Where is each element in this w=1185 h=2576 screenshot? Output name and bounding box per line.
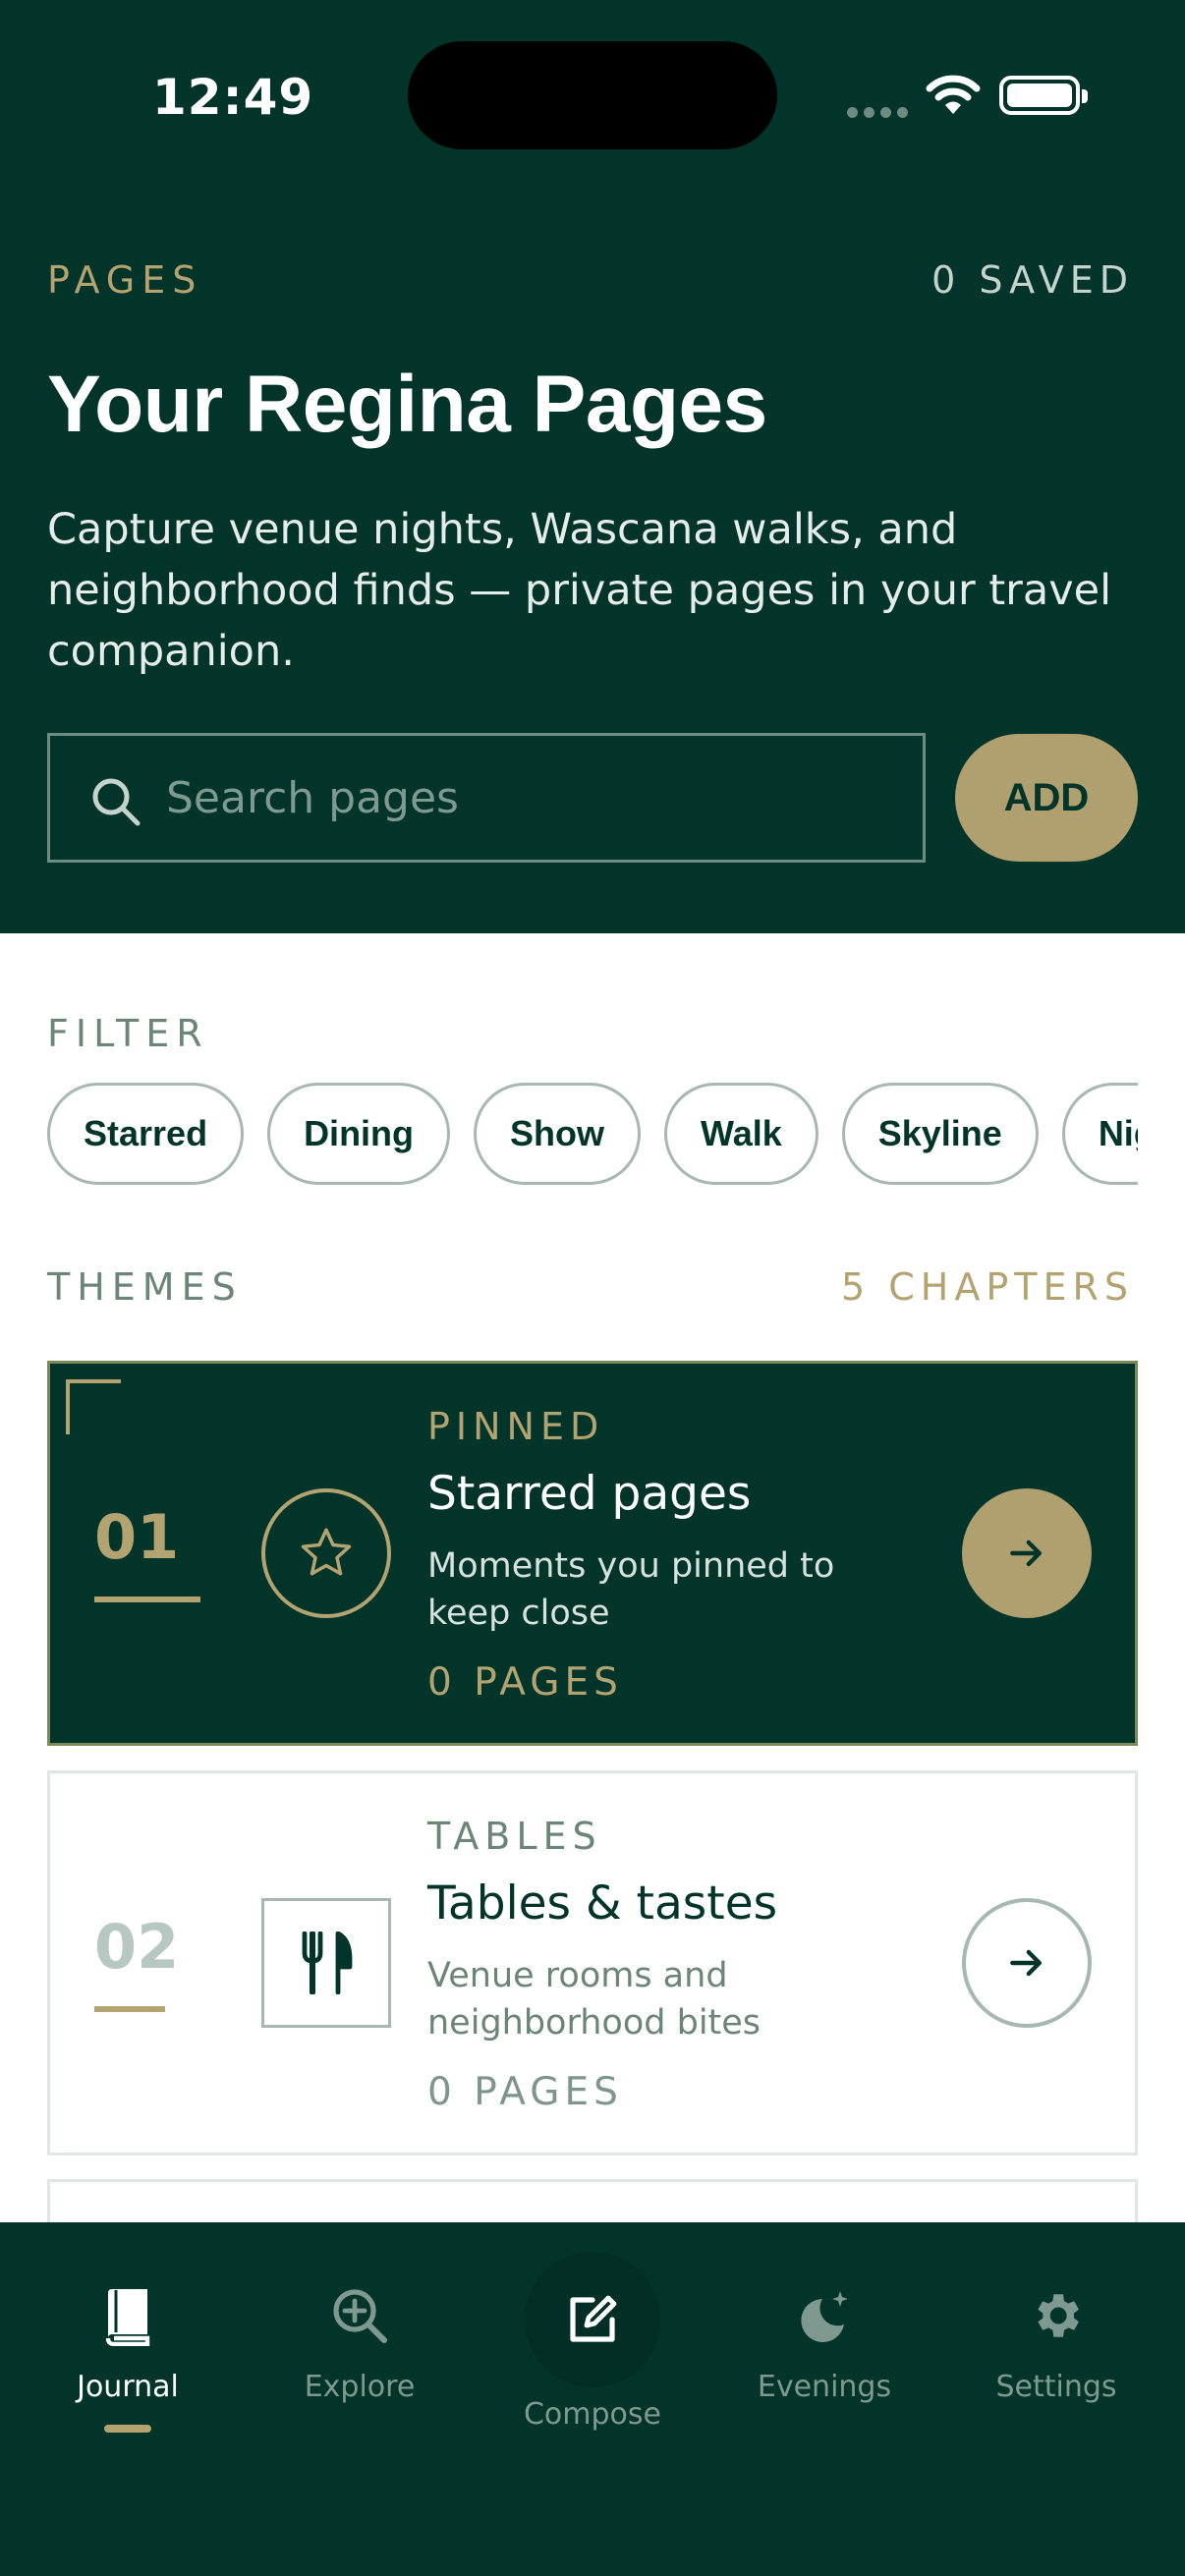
chip-show[interactable]: Show <box>474 1083 642 1185</box>
card-icon-badge <box>261 1898 391 2028</box>
card-open-button[interactable] <box>962 1488 1092 1618</box>
intro-text: Capture venue nights, Wascana walks, and… <box>47 505 1112 676</box>
header-eyebrow: PAGES <box>47 258 203 302</box>
gear-icon <box>1038 2294 1079 2337</box>
tab-explore[interactable]: Explore <box>252 2222 468 2458</box>
cellular-icon <box>847 103 914 122</box>
tab-compose[interactable]: Compose <box>484 2222 701 2458</box>
card-number: 02 <box>94 1911 180 1983</box>
tab-label: Explore <box>304 2370 416 2404</box>
card-open-button[interactable] <box>962 1898 1092 2028</box>
card-description: Venue rooms and neighborhood bites <box>427 1956 762 2043</box>
tab-settings[interactable]: Settings <box>948 2222 1164 2458</box>
card-number-underline <box>94 2006 165 2012</box>
utensils-icon <box>302 1932 353 1994</box>
compose-button[interactable] <box>525 2252 660 2387</box>
tab-label: Evenings <box>757 2370 892 2404</box>
star-icon <box>301 1528 352 1576</box>
card-title: Starred pages <box>427 1467 752 1521</box>
tab-evenings[interactable]: Evenings <box>716 2222 932 2458</box>
status-icons <box>847 71 1088 122</box>
tab-journal[interactable]: Journal <box>20 2222 236 2458</box>
status-time: 12:49 <box>152 69 314 126</box>
compose-icon <box>570 2295 617 2342</box>
card-page-count: 0 PAGES <box>427 1660 623 1705</box>
page-title: Your Regina Pages <box>47 360 767 449</box>
arrow-right-icon <box>1010 1949 1043 1977</box>
filter-chips: StarredDiningShowWalkSkyline Nightlife <box>47 1083 1138 1189</box>
tab-label: Journal <box>77 2370 179 2404</box>
card-icon-badge <box>261 1488 391 1618</box>
themes-label: THEMES <box>47 1265 243 1309</box>
card-eyebrow: PINNED <box>427 1405 605 1448</box>
card-description: Moments you pinned to keep close <box>427 1546 835 1633</box>
chip-starred[interactable]: Starred <box>47 1083 245 1185</box>
card-title: Tables & tastes <box>427 1876 778 1931</box>
book-icon <box>105 2289 150 2346</box>
search-icon <box>92 778 141 826</box>
chapters-count: 5 CHAPTERS <box>840 1265 1134 1309</box>
tab-label: Compose <box>523 2397 661 2432</box>
chip-walk[interactable]: Walk <box>664 1083 818 1185</box>
theme-card-starred[interactable]: 01 PINNED Starred pages Moments you pinn… <box>47 1361 1138 1746</box>
card-eyebrow: TABLES <box>427 1815 602 1858</box>
saved-count: 0 SAVED <box>931 258 1134 302</box>
add-button[interactable]: ADD <box>955 734 1138 862</box>
wifi-icon <box>926 75 981 114</box>
tab-label: Settings <box>995 2370 1117 2404</box>
chip-nightlife[interactable]: Nightlife <box>1061 1083 1138 1185</box>
corner-mark <box>66 1379 121 1434</box>
search-box[interactable] <box>47 733 926 863</box>
card-page-count: 0 PAGES <box>427 2070 623 2114</box>
dynamic-island <box>408 41 777 149</box>
filter-label: FILTER <box>47 1012 209 1055</box>
chip-dining[interactable]: Dining <box>267 1083 451 1185</box>
theme-card-tables[interactable]: 02 TABLES Tables & tastes Venue rooms an… <box>47 1770 1138 2156</box>
battery-icon <box>999 76 1088 115</box>
moon-stars-icon <box>801 2291 848 2342</box>
header: 12:49 PAGES 0 SAVED Your Regina Pages Ca… <box>0 0 1185 933</box>
search-plus-icon <box>333 2289 387 2343</box>
search-input[interactable] <box>166 736 893 860</box>
tab-active-indicator <box>104 2425 151 2433</box>
arrow-right-icon <box>1010 1540 1043 1567</box>
tab-bar: Journal Explore Compose Evenings Setting… <box>0 2222 1185 2576</box>
chip-skyline[interactable]: Skyline <box>841 1083 1039 1185</box>
card-number: 01 <box>94 1501 180 1573</box>
card-number-underline <box>94 1596 200 1602</box>
